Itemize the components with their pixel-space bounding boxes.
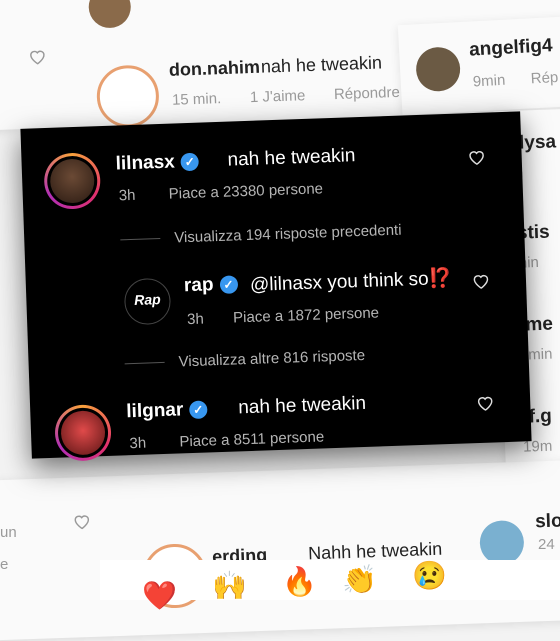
lilgnar-likes[interactable]: Piace a 8511 persone (179, 428, 324, 450)
view-previous-replies[interactable]: Visualizza 194 risposte precedenti (174, 222, 402, 247)
angel-username[interactable]: angelfig4 (469, 35, 553, 61)
rap-comment: @lilnasx you think so⁉️ (249, 267, 453, 296)
don-time: 15 min. (171, 90, 222, 109)
divider-line (124, 361, 165, 365)
heart-icon[interactable] (28, 48, 47, 65)
lilnasx-likes[interactable]: Piace a 23380 persone (168, 180, 323, 202)
angel-reply[interactable]: Rép (530, 69, 558, 87)
heart-icon[interactable] (476, 394, 495, 411)
don-comment: nah he tweakin (260, 52, 383, 77)
emoji-heart[interactable]: ❤️ (142, 582, 177, 610)
emoji-clap[interactable]: 👏 (342, 566, 377, 594)
heart-icon-bottom[interactable] (73, 513, 92, 530)
verified-icon: ✓ (189, 400, 208, 420)
don-reply[interactable]: Répondre (334, 84, 400, 103)
heart-icon[interactable] (472, 273, 491, 290)
rap-logo: Rap (133, 291, 161, 308)
emoji-crying[interactable]: 😢 (412, 562, 447, 590)
frag-24: 24 (538, 536, 555, 553)
comment-panel: lilnasx ✓ nah he tweakin 3h Piace a 23380… (20, 111, 532, 462)
don-likes[interactable]: 1 J'aime (250, 87, 306, 106)
lilnasx-time: 3h (118, 186, 136, 205)
bottom-card: erding____ Nahh he tweakin slo (0, 459, 560, 641)
lilgnar-avatar[interactable] (54, 403, 113, 462)
rap-avatar[interactable]: Rap (123, 277, 172, 326)
lilgnar-comment: nah he tweakin (237, 392, 367, 419)
rap-time: 3h (186, 310, 205, 329)
emoji-fire[interactable]: 🔥 (282, 568, 317, 596)
emoji-bar: ❤️ 🙌 🔥 👏 😢 (100, 560, 560, 610)
frag-un: un (0, 524, 17, 541)
slo-avatar[interactable] (479, 519, 525, 566)
lilgnar-time: 3h (129, 434, 147, 453)
angel-avatar[interactable] (415, 46, 462, 93)
emoji-raised-hands[interactable]: 🙌 (212, 572, 247, 600)
lilgnar-username[interactable]: lilgnar ✓ (126, 398, 214, 423)
view-more-replies[interactable]: Visualizza altre 816 risposte (178, 347, 365, 370)
don-avatar[interactable] (95, 64, 160, 129)
lilnasx-comment: nah he tweakin (227, 145, 356, 171)
rap-username[interactable]: rap ✓ (184, 273, 244, 297)
frag-slo: slo (534, 510, 560, 533)
angel-time: 9min (472, 71, 506, 91)
top-avatar-partial (88, 0, 132, 29)
divider-line (120, 238, 161, 241)
lilnasx-avatar[interactable] (43, 152, 102, 211)
don-username[interactable]: don.nahim (169, 57, 261, 81)
heart-icon[interactable] (467, 149, 486, 166)
verified-icon: ✓ (219, 275, 238, 294)
verified-icon: ✓ (180, 152, 200, 172)
frag-e: e (0, 556, 9, 573)
lilnasx-username[interactable]: lilnasx ✓ (115, 150, 205, 175)
rap-likes[interactable]: Piace a 1872 persone (233, 304, 379, 326)
right-card: angelfig4 9min Rép (397, 14, 560, 116)
